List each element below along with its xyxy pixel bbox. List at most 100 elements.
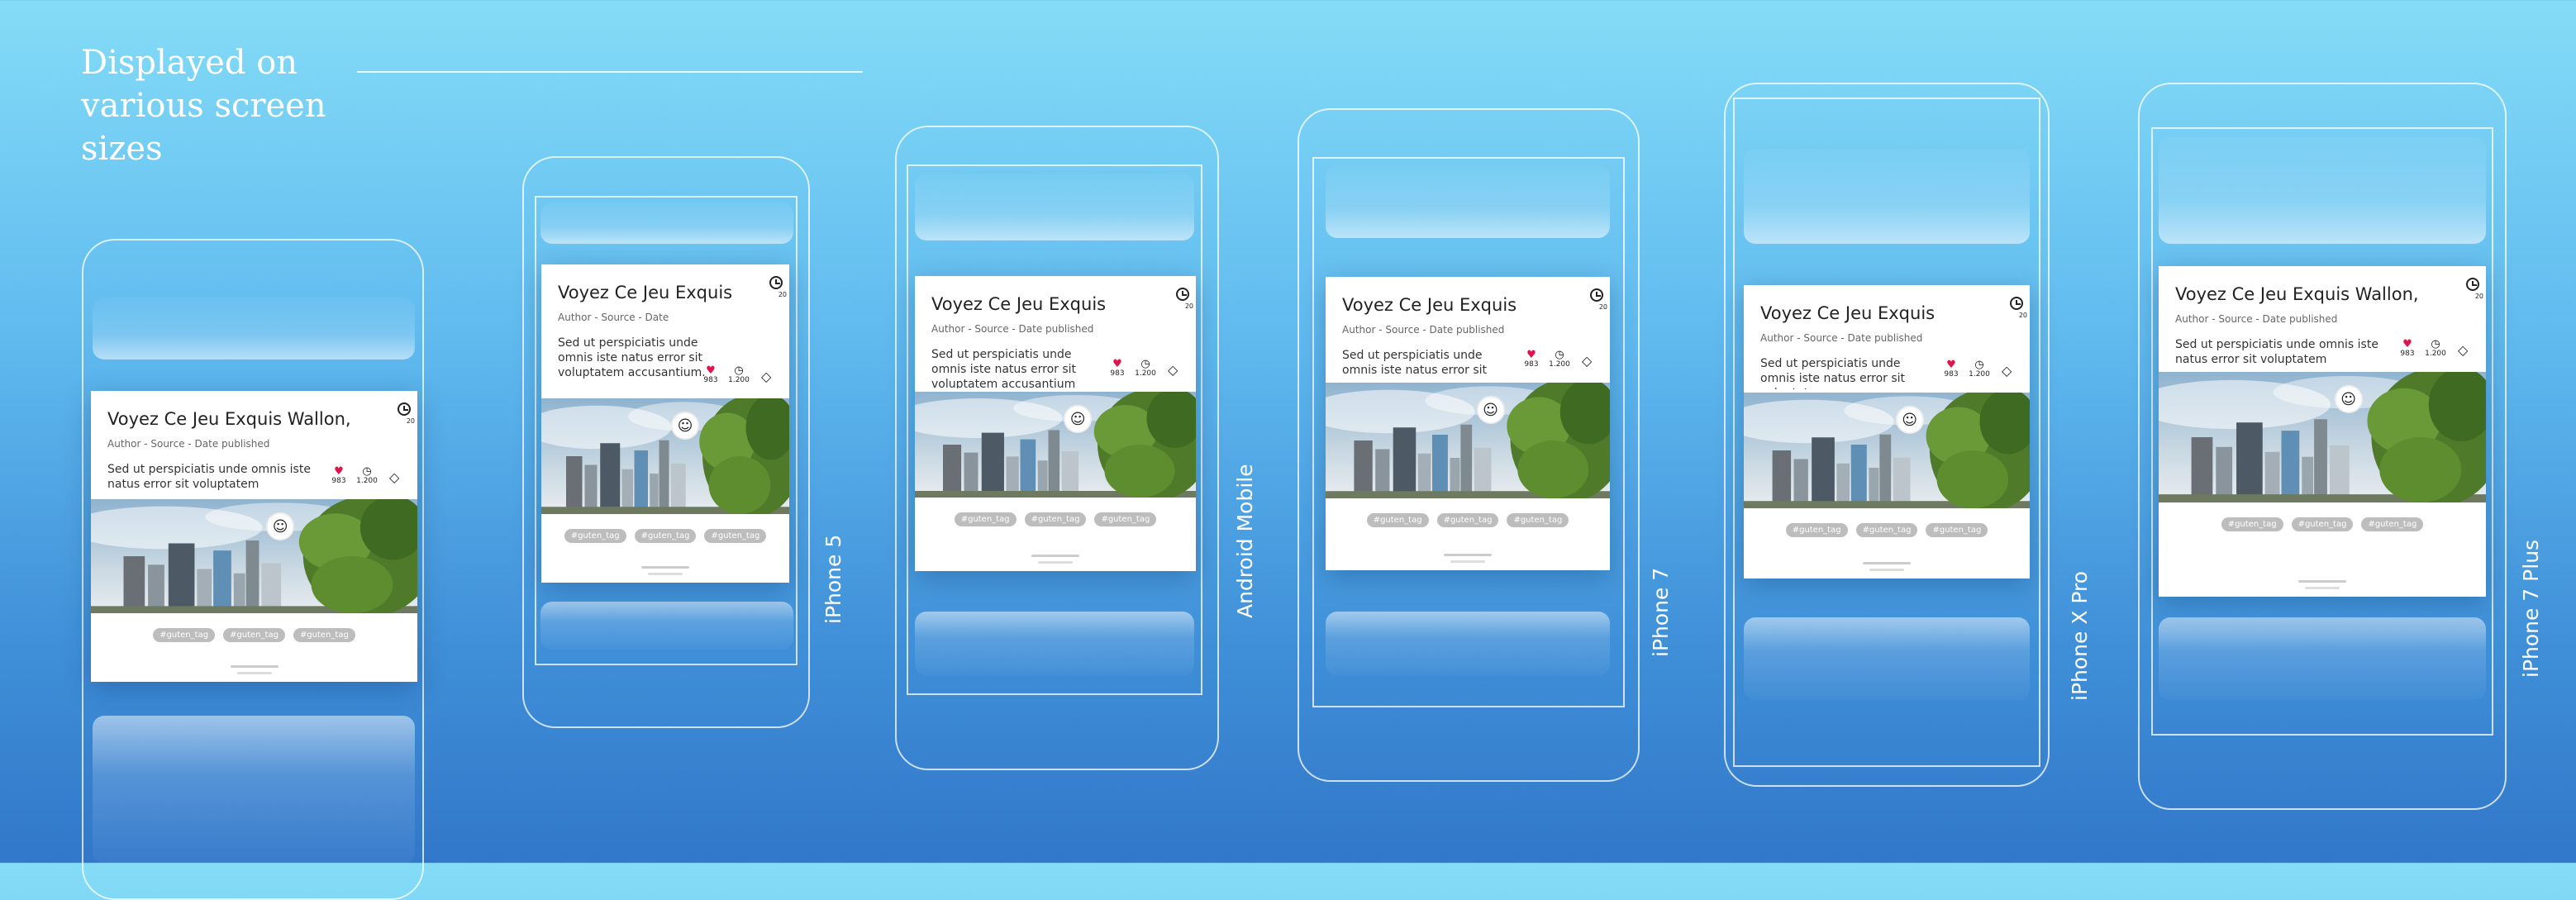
history-icon[interactable] (398, 402, 411, 416)
read-stat[interactable]: ◷ 1.200 (355, 466, 379, 485)
article-card[interactable]: Voyez Ce Jeu Exquis Wallon, Author - Sour… (2159, 266, 2486, 597)
drag-handle[interactable] (641, 566, 689, 569)
read-count: 1.200 (728, 376, 750, 384)
clock-icon: ◷ (734, 364, 744, 377)
drag-handle[interactable] (1031, 555, 1079, 557)
next-card-ghost (2159, 617, 2486, 700)
tag-chip[interactable]: #guten_tag (1507, 513, 1569, 527)
book-icon[interactable]: ◇ (2458, 342, 2468, 358)
drag-handle[interactable] (2298, 580, 2346, 583)
read-stat[interactable]: ◷ 1.200 (726, 365, 751, 384)
article-title: Voyez Ce Jeu Exquis Wallon, (107, 409, 351, 429)
article-title: Voyez Ce Jeu Exquis (931, 294, 1107, 314)
avatar-icon[interactable]: ☺ (266, 512, 295, 540)
book-icon[interactable]: ◇ (2002, 363, 2012, 379)
drag-handle[interactable] (1863, 562, 1911, 564)
drag-handle-secondary (1869, 569, 1904, 571)
drag-handle-secondary (236, 672, 272, 674)
next-card-ghost (1326, 612, 1610, 676)
article-meta: Author - Source - Date published (2175, 313, 2338, 325)
tag-chip[interactable]: #guten_tag (223, 628, 285, 642)
tag-chip[interactable]: #guten_tag (1436, 513, 1499, 527)
tag-chip[interactable]: #guten_tag (2221, 517, 2283, 531)
previous-card-ghost (915, 174, 1194, 240)
book-icon[interactable]: ◇ (1582, 353, 1592, 369)
tag-chip[interactable]: #guten_tag (1024, 512, 1087, 526)
avatar-icon[interactable]: ☺ (1064, 405, 1093, 433)
tag-chip[interactable]: #guten_tag (2291, 517, 2354, 531)
read-stat[interactable]: ◷ 1.200 (1547, 350, 1572, 369)
like-count: 983 (1944, 370, 1959, 379)
history-icon[interactable] (2466, 278, 2479, 291)
tag-chip[interactable]: #guten_tag (1785, 523, 1848, 537)
article-meta: Author - Source - Date (558, 312, 669, 323)
article-title: Voyez Ce Jeu Exquis (1760, 303, 1936, 323)
book-icon[interactable]: ◇ (761, 369, 771, 384)
tag-list: #guten_tag #guten_tag #guten_tag (1326, 510, 1610, 527)
drag-handle[interactable] (1444, 554, 1492, 556)
book-icon[interactable]: ◇ (1168, 362, 1178, 378)
previous-card-ghost (93, 298, 415, 360)
like-stat[interactable]: ♥ 983 (2395, 339, 2420, 358)
article-card[interactable]: Voyez Ce Jeu Exquis Author - Source - Dat… (541, 264, 789, 583)
like-stat[interactable]: ♥ 983 (1519, 350, 1544, 369)
read-stat[interactable]: ◷ 1.200 (2423, 339, 2448, 358)
next-card-ghost (93, 716, 415, 864)
like-stat[interactable]: ♥ 983 (698, 365, 723, 384)
like-count: 983 (331, 477, 346, 485)
tag-chip[interactable]: #guten_tag (2361, 517, 2424, 531)
headline-divider (357, 71, 863, 73)
history-icon[interactable] (769, 276, 783, 289)
read-count: 1.200 (1135, 369, 1156, 378)
tag-chip[interactable]: #guten_tag (1094, 512, 1157, 526)
like-stat[interactable]: ♥ 983 (1105, 359, 1130, 378)
like-count: 983 (1110, 369, 1125, 378)
heart-icon: ♥ (1946, 359, 1956, 371)
history-count: 20 (778, 291, 787, 298)
heart-icon: ♥ (706, 364, 716, 377)
article-card[interactable]: Voyez Ce Jeu Exquis Author - Source - Dat… (915, 276, 1196, 571)
article-card[interactable]: Voyez Ce Jeu Exquis Author - Source - Dat… (1326, 277, 1610, 570)
avatar-icon[interactable]: ☺ (1895, 406, 1924, 434)
like-stat[interactable]: ♥ 983 (1939, 360, 1964, 379)
article-image (91, 499, 417, 613)
history-count: 20 (2018, 312, 2027, 319)
clock-icon: ◷ (1140, 358, 1150, 370)
tag-chip[interactable]: #guten_tag (954, 512, 1017, 526)
read-stat[interactable]: ◷ 1.200 (1967, 360, 1992, 379)
article-image (541, 398, 789, 514)
article-image (915, 392, 1196, 498)
read-count: 1.200 (356, 477, 378, 485)
history-icon[interactable] (2010, 297, 2023, 310)
article-card[interactable]: Voyez Ce Jeu Exquis Author - Source - Dat… (1744, 285, 2030, 579)
book-icon[interactable]: ◇ (389, 469, 399, 485)
like-stat[interactable]: ♥ 983 (326, 466, 351, 485)
tag-list: #guten_tag #guten_tag #guten_tag (91, 625, 417, 642)
heart-icon: ♥ (334, 465, 344, 478)
drag-handle-secondary (1450, 560, 1485, 563)
previous-card-ghost (1326, 165, 1610, 238)
tag-chip[interactable]: #guten_tag (564, 529, 626, 543)
avatar-icon[interactable]: ☺ (671, 412, 699, 440)
read-stat[interactable]: ◷ 1.200 (1133, 359, 1158, 378)
tag-chip[interactable]: #guten_tag (1366, 513, 1429, 527)
drag-handle-secondary (2305, 587, 2340, 589)
clock-icon: ◷ (1555, 349, 1564, 361)
history-icon[interactable] (1176, 288, 1189, 301)
drag-handle[interactable] (230, 665, 279, 668)
clock-icon: ◷ (2431, 338, 2440, 350)
tag-chip[interactable]: #guten_tag (634, 529, 697, 543)
tag-chip[interactable]: #guten_tag (293, 628, 355, 642)
tag-chip[interactable]: #guten_tag (704, 529, 767, 543)
read-count: 1.200 (1969, 370, 1990, 379)
tag-chip[interactable]: #guten_tag (1855, 523, 1918, 537)
article-card[interactable]: Voyez Ce Jeu Exquis Wallon, Author - Sour… (91, 391, 417, 682)
previous-card-ghost (2159, 136, 2486, 244)
tag-chip[interactable]: #guten_tag (153, 628, 216, 642)
article-meta: Author - Source - Date published (931, 323, 1094, 335)
avatar-icon[interactable]: ☺ (1476, 396, 1505, 424)
tag-chip[interactable]: #guten_tag (1926, 523, 1988, 537)
avatar-icon[interactable]: ☺ (2334, 385, 2363, 413)
history-icon[interactable] (1590, 288, 1603, 302)
next-card-ghost (915, 612, 1194, 676)
